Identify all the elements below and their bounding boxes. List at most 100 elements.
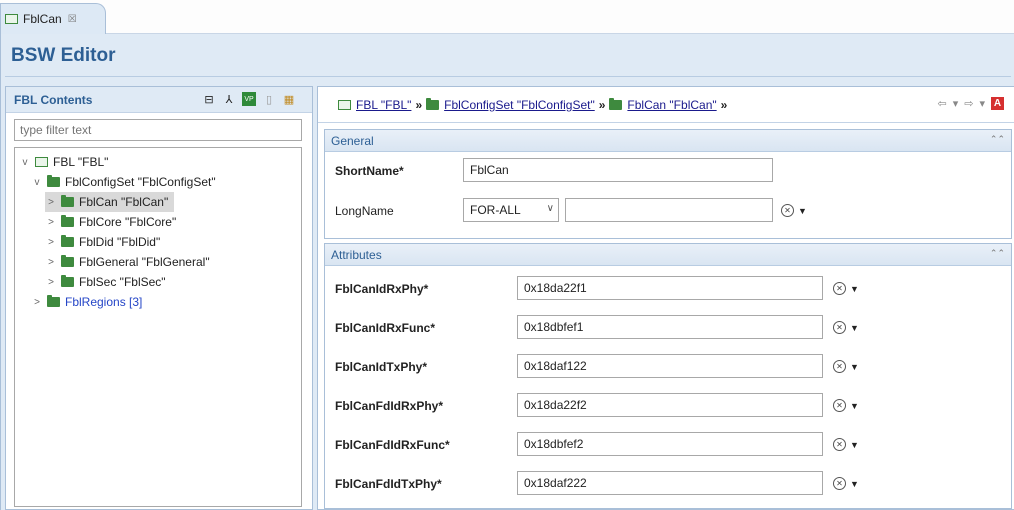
reset-icon[interactable]: ✕ [833, 321, 846, 334]
properties-panel: FBL "FBL" » FblConfigSet "FblConfigSet" … [317, 86, 1014, 510]
filter-input[interactable] [14, 119, 302, 141]
tree-item[interactable]: v FblConfigSet "FblConfigSet" [31, 172, 216, 192]
general-section-header[interactable]: General ⌃⌃ [325, 130, 1011, 152]
chevron-down-icon[interactable]: ▾ [953, 97, 959, 110]
attribute-label: FblCanIdTxPhy* [335, 360, 428, 374]
collapse-arrow-icon[interactable]: > [45, 277, 57, 288]
attribute-input[interactable]: 0x18daf222 [517, 471, 823, 495]
dropdown-arrow-icon[interactable]: ▼ [850, 323, 859, 333]
breadcrumb: FBL "FBL" » FblConfigSet "FblConfigSet" … [318, 87, 1014, 123]
reset-icon[interactable]: ✕ [833, 360, 846, 373]
tree-item-label: FblRegions [3] [65, 295, 143, 309]
variant-icon[interactable]: VP [242, 92, 256, 106]
contents-toolbar: ⊟ ⅄ VP ▯ ▦ [202, 92, 296, 106]
attribute-actions[interactable]: ✕ ▼ [833, 438, 859, 451]
reset-icon[interactable]: ✕ [833, 438, 846, 451]
collapse-icon[interactable]: ⌃⌃ [990, 134, 1005, 145]
collapse-icon[interactable]: ⌃⌃ [990, 248, 1005, 259]
collapse-arrow-icon[interactable]: > [45, 257, 57, 268]
title-divider [5, 76, 1011, 77]
dropdown-arrow-icon[interactable]: ▼ [850, 479, 859, 489]
table-icon[interactable]: ▦ [282, 92, 296, 106]
close-icon[interactable]: ☒ [68, 14, 77, 25]
attribute-input[interactable]: 0x18da22f1 [517, 276, 823, 300]
collapse-arrow-icon[interactable]: > [45, 197, 57, 208]
attribute-actions[interactable]: ✕ ▼ [833, 477, 859, 490]
contents-panel-title: FBL Contents [14, 92, 93, 107]
attribute-label: FblCanIdRxPhy* [335, 282, 429, 296]
dropdown-arrow-icon[interactable]: ▼ [850, 284, 859, 294]
folder-icon [61, 255, 74, 267]
dropdown-arrow-icon[interactable]: ▼ [798, 206, 807, 216]
folder-icon [61, 215, 74, 227]
tab-fblcan[interactable]: FblCan ☒ [0, 3, 106, 34]
dropdown-arrow-icon[interactable]: ▼ [850, 401, 859, 411]
attributes-section: Attributes ⌃⌃ FblCanIdRxPhy* 0x18da22f1 ✕ ▼… [324, 243, 1012, 509]
module-icon [5, 14, 18, 24]
reset-icon[interactable]: ✕ [833, 399, 846, 412]
forward-icon[interactable]: ⇨ [964, 97, 973, 110]
tree-item[interactable]: > FblDid "FblDid" [45, 232, 160, 252]
attribute-actions[interactable]: ✕ ▼ [833, 399, 859, 412]
breadcrumb-item-fbl[interactable]: FBL "FBL" [338, 98, 411, 112]
folder-icon [426, 97, 440, 110]
editor-title: BSW Editor [11, 45, 116, 66]
collapse-arrow-icon[interactable]: > [31, 297, 43, 308]
tree-item[interactable]: > FblRegions [3] [31, 292, 142, 312]
expand-icon[interactable]: v [31, 177, 43, 188]
reset-icon[interactable]: ✕ [833, 282, 846, 295]
breadcrumb-item-configset[interactable]: FblConfigSet "FblConfigSet" [426, 97, 595, 112]
tree-item-label: FblGeneral "FblGeneral" [79, 255, 210, 269]
navigation-buttons: ⇦ ▾ ⇨ ▾ A [938, 97, 1004, 110]
autosar-icon[interactable]: A [991, 97, 1004, 110]
dropdown-arrow-icon[interactable]: ▼ [850, 362, 859, 372]
collapse-arrow-icon[interactable]: > [45, 217, 57, 228]
tree-item[interactable]: > FblCore "FblCore" [45, 212, 176, 232]
folder-icon [61, 275, 74, 287]
attribute-input[interactable]: 0x18dbfef1 [517, 315, 823, 339]
dropdown-arrow-icon[interactable]: ▼ [850, 440, 859, 450]
reset-icon[interactable]: ✕ [781, 204, 794, 217]
attribute-label: FblCanFdIdRxFunc* [335, 438, 450, 452]
shortname-input[interactable]: FblCan [463, 158, 773, 182]
expand-icon[interactable]: v [19, 157, 31, 168]
tree-item[interactable]: v FBL "FBL" [19, 152, 109, 172]
collapse-all-icon[interactable]: ⊟ [202, 92, 216, 106]
chevron-down-icon[interactable]: ▾ [979, 97, 985, 110]
longname-actions[interactable]: ✕ ▼ [781, 204, 807, 217]
longname-language-select[interactable]: FOR-ALL ∨ [463, 198, 559, 222]
general-section: General ⌃⌃ ShortName* FblCan LongName FO… [324, 129, 1012, 239]
attribute-actions[interactable]: ✕ ▼ [833, 321, 859, 334]
attribute-label: FblCanIdRxFunc* [335, 321, 436, 335]
folder-icon [61, 235, 74, 247]
tree-item-label: FblCore "FblCore" [79, 215, 177, 229]
contents-panel: FBL Contents ⊟ ⅄ VP ▯ ▦ v FBL "FBL" v FblCo… [5, 86, 313, 510]
tree-item-label: FblConfigSet "FblConfigSet" [65, 175, 216, 189]
breadcrumb-separator: » [415, 97, 423, 112]
attribute-actions[interactable]: ✕ ▼ [833, 282, 859, 295]
module-icon [338, 99, 351, 110]
reset-icon[interactable]: ✕ [833, 477, 846, 490]
attribute-actions[interactable]: ✕ ▼ [833, 360, 859, 373]
attribute-input[interactable]: 0x18da22f2 [517, 393, 823, 417]
tree-icon[interactable]: ⅄ [222, 92, 236, 106]
breadcrumb-item-fblcan[interactable]: FblCan "FblCan" [609, 97, 717, 112]
folder-icon [47, 295, 60, 307]
back-icon[interactable]: ⇦ [938, 97, 947, 110]
contents-tree: v FBL "FBL" v FblConfigSet "FblConfigSet" > F… [14, 147, 302, 507]
tree-item[interactable]: > FblSec "FblSec" [45, 272, 166, 292]
folder-icon [609, 97, 623, 110]
longname-input[interactable] [565, 198, 773, 222]
bsw-editor: BSW Editor FBL Contents ⊟ ⅄ VP ▯ ▦ v FBL … [0, 34, 1014, 510]
tree-item[interactable]: > FblGeneral "FblGeneral" [45, 252, 210, 272]
attributes-section-header[interactable]: Attributes ⌃⌃ [325, 244, 1011, 266]
folder-icon [47, 175, 60, 187]
attribute-input[interactable]: 0x18daf122 [517, 354, 823, 378]
attribute-input[interactable]: 0x18dbfef2 [517, 432, 823, 456]
document-icon[interactable]: ▯ [262, 92, 276, 106]
chevron-down-icon: ∨ [546, 203, 554, 214]
tree-item[interactable]: > FblCan "FblCan" [45, 192, 175, 212]
attribute-label: FblCanFdIdTxPhy* [335, 477, 442, 491]
collapse-arrow-icon[interactable]: > [45, 237, 57, 248]
tab-label: FblCan [23, 12, 62, 26]
